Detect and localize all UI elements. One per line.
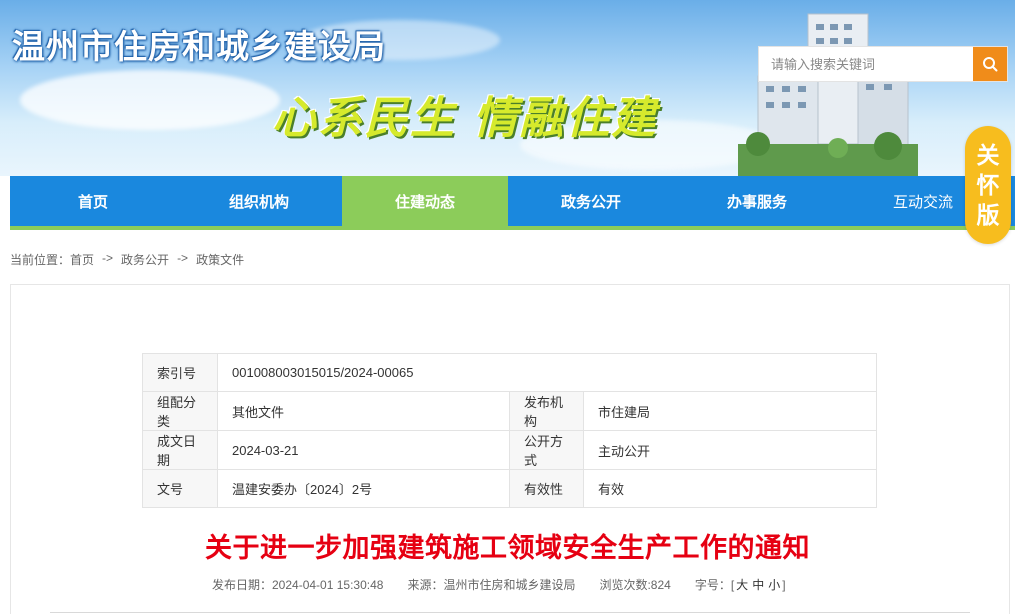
site-title: 温州市住房和城乡建设局	[12, 27, 386, 66]
font-size-bracket-open: [	[730, 578, 735, 592]
docno-label: 文号	[142, 469, 218, 508]
validity-label: 有效性	[509, 469, 584, 508]
document-info-table: 索引号 001008003015015/2024-00065 组配分类 其他文件…	[142, 353, 877, 508]
search-box	[758, 46, 1008, 82]
search-icon	[983, 57, 998, 72]
breadcrumb-prefix: 当前位置：	[10, 253, 71, 267]
publish-date: 发布日期：2024-04-01 15:30:48	[212, 578, 384, 592]
view-count: 浏览次数:824	[599, 578, 671, 592]
font-size-bracket-close: ]	[782, 578, 786, 592]
date-label: 成文日期	[142, 430, 218, 470]
index-value: 001008003015015/2024-00065	[217, 353, 877, 392]
category-label: 组配分类	[142, 391, 218, 431]
openness-label: 公开方式	[509, 430, 584, 470]
care-mode-label-2: 怀	[976, 172, 1000, 198]
nav-item-organization[interactable]: 组织机构	[176, 176, 342, 226]
building-illustration	[738, 13, 918, 176]
divider	[50, 612, 970, 613]
search-input[interactable]	[759, 47, 973, 81]
nav-item-news[interactable]: 住建动态	[342, 176, 508, 226]
table-row: 组配分类 其他文件 发布机构 市住建局	[142, 391, 877, 431]
validity-value: 有效	[583, 469, 877, 508]
breadcrumb-separator: ->	[177, 251, 189, 265]
care-mode-button[interactable]: 关 怀 版	[965, 126, 1011, 244]
publisher-value: 市住建局	[583, 391, 877, 431]
article-meta: 发布日期：2024-04-01 15:30:48 来源：温州市住房和城乡建设局 …	[212, 576, 786, 593]
article-title: 关于进一步加强建筑施工领域安全生产工作的通知	[205, 533, 810, 564]
site-slogan: 心系民生 情融住建	[272, 93, 658, 144]
docno-value: 温建安委办〔2024〕2号	[217, 469, 510, 508]
openness-value: 主动公开	[583, 430, 877, 470]
breadcrumb-separator: ->	[102, 251, 114, 265]
search-button[interactable]	[973, 47, 1007, 81]
category-value: 其他文件	[217, 391, 510, 431]
font-size-large-button[interactable]: 大	[736, 578, 748, 592]
date-value: 2024-03-21	[217, 430, 510, 470]
table-row: 成文日期 2024-03-21 公开方式 主动公开	[142, 430, 877, 470]
font-size-small-button[interactable]: 小	[768, 578, 780, 592]
table-row: 文号 温建安委办〔2024〕2号 有效性 有效	[142, 469, 877, 508]
breadcrumb: 当前位置： 首页 -> 政务公开 -> 政策文件	[10, 251, 244, 268]
header-banner: 温州市住房和城乡建设局 心系民生 情融住建	[0, 0, 1015, 176]
article-source: 来源：温州市住房和城乡建设局	[407, 578, 576, 592]
care-mode-label-3: 版	[976, 202, 1000, 228]
index-label: 索引号	[142, 353, 218, 392]
main-nav: 首页 组织机构 住建动态 政务公开 办事服务 互动交流	[10, 176, 1015, 226]
font-size-control: 字号：[大中小]	[695, 576, 786, 593]
breadcrumb-policy-documents[interactable]: 政策文件	[196, 251, 244, 268]
table-row: 索引号 001008003015015/2024-00065	[142, 353, 877, 392]
nav-underline	[10, 226, 1015, 230]
nav-item-home[interactable]: 首页	[10, 176, 176, 226]
cloud-decoration	[20, 70, 280, 130]
breadcrumb-home[interactable]: 首页	[70, 251, 94, 268]
care-mode-label-1: 关	[976, 142, 1000, 168]
font-size-medium-button[interactable]: 中	[752, 578, 764, 592]
breadcrumb-government-affairs[interactable]: 政务公开	[121, 251, 169, 268]
nav-item-government-affairs[interactable]: 政务公开	[508, 176, 674, 226]
publisher-label: 发布机构	[509, 391, 584, 431]
font-size-label: 字号：	[694, 578, 731, 592]
nav-item-services[interactable]: 办事服务	[674, 176, 840, 226]
